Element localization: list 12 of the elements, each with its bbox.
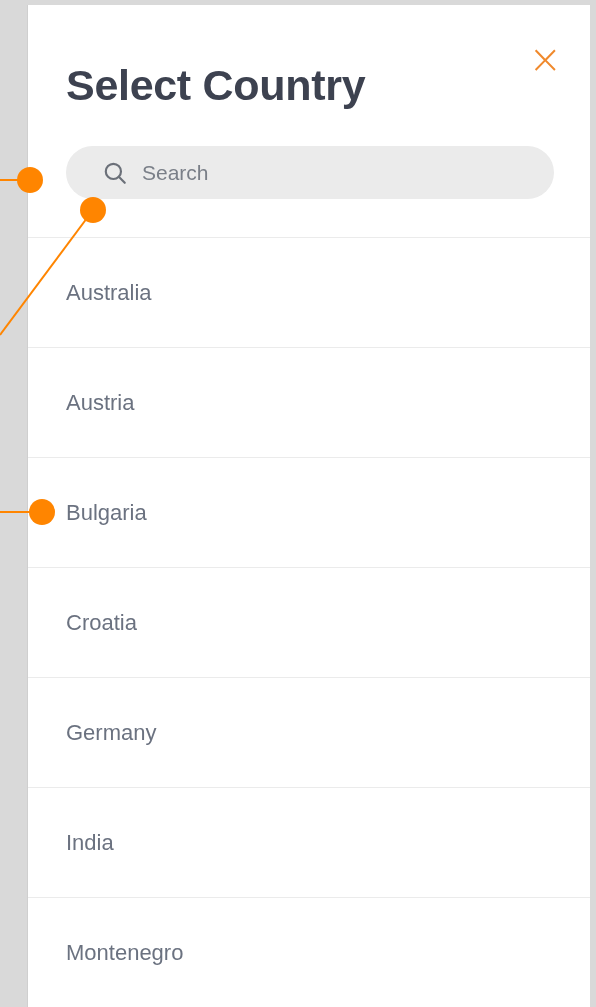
country-list-item[interactable]: Croatia	[28, 567, 590, 677]
callout-marker	[0, 167, 43, 193]
country-list-item[interactable]: Montenegro	[28, 897, 590, 1007]
search-input[interactable]: Search	[140, 159, 554, 186]
close-button[interactable]: ×	[528, 39, 562, 79]
search-field[interactable]: Search	[66, 146, 554, 199]
dialog-title: Select Country	[66, 61, 366, 110]
country-list-item[interactable]: Austria	[28, 347, 590, 457]
country-list-item[interactable]: Germany	[28, 677, 590, 787]
callout-marker	[0, 499, 55, 525]
country-list-item[interactable]: Australia	[28, 237, 590, 347]
country-list-item[interactable]: India	[28, 787, 590, 897]
